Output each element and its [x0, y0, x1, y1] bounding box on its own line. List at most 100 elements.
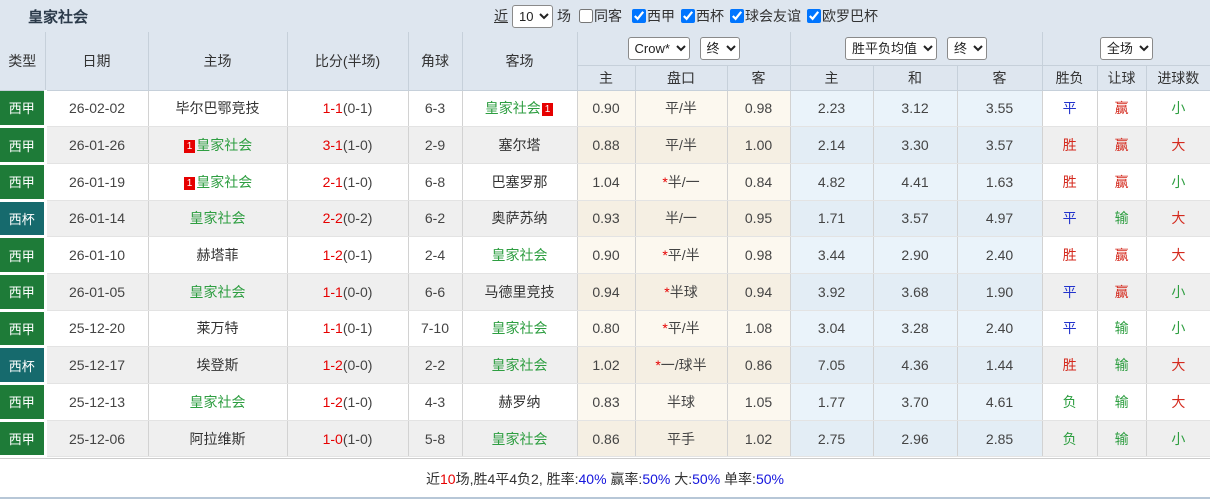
ah-away-odds-cell: 0.98 [727, 236, 791, 274]
summary-segment: 40% [578, 471, 607, 488]
league-type-cell: 西甲 [0, 236, 47, 275]
ah-home-odds-cell: 1.04 [577, 163, 636, 201]
result-handicap-cell: 输 [1097, 200, 1147, 238]
score-cell: 1-2(0-0) [287, 346, 409, 384]
score-halftime: (1-0) [342, 173, 373, 190]
corners-cell: 4-3 [408, 383, 463, 421]
score-fulltime: 1-1 [322, 283, 343, 300]
ah-line-cell: *平/半 [635, 310, 728, 348]
score-halftime: (1-0) [342, 430, 373, 447]
home-team-cell: 莱万特 [148, 310, 288, 348]
ah-line-text: 半/一 [665, 210, 697, 227]
corners-cell: 6-8 [408, 163, 463, 201]
league-filter-西杯[interactable]: 西杯 [677, 6, 724, 26]
score-halftime: (1-0) [342, 393, 373, 410]
team-name: 皇家社会 [196, 137, 253, 154]
ah-line-text: 一/球半 [660, 357, 707, 374]
odds-away-cell: 3.57 [957, 126, 1043, 164]
league-filter-label: 西杯 [696, 8, 724, 24]
col-header-ah-line: 盘口 [635, 65, 728, 91]
same-venue-toggle[interactable]: 同客 [575, 6, 622, 26]
ah-away-odds-cell: 1.02 [727, 420, 791, 458]
recent-count-select[interactable]: 10 [512, 4, 553, 28]
odds-away-cell: 1.63 [957, 163, 1043, 201]
ah-line-text: 半球 [667, 393, 695, 410]
result-handicap-cell: 赢 [1097, 126, 1147, 164]
result-handicap-cell: 赢 [1097, 236, 1147, 274]
odds-home-cell: 2.14 [790, 126, 874, 164]
corners-cell: 2-2 [408, 346, 463, 384]
date-cell: 25-12-13 [45, 383, 149, 421]
odds-draw-cell: 2.90 [873, 236, 958, 274]
team-name: 莱万特 [196, 320, 239, 337]
result-goals-cell: 大 [1146, 200, 1210, 238]
odds-type-select[interactable]: 胜平负均值 [845, 36, 938, 60]
corners-cell: 6-3 [408, 90, 463, 128]
col-header-odds-home: 主 [790, 65, 874, 91]
team-name: 皇家社会 [189, 283, 246, 300]
result-handicap-cell: 输 [1097, 310, 1147, 348]
ah-away-odds-cell: 1.05 [727, 383, 791, 421]
result-wdl-cell: 胜 [1042, 236, 1098, 274]
ah-away-odds-cell: 1.00 [727, 126, 791, 164]
same-venue-checkbox[interactable] [579, 9, 593, 23]
away-team-cell: 奥萨苏纳 [462, 200, 578, 238]
ah-home-odds-cell: 0.88 [577, 126, 636, 164]
matches-table: 类型 日期 主场 比分(半场) 角球 客场 Crow* 终 胜平负均值 终 全场… [0, 32, 1210, 459]
away-team-cell: 塞尔塔 [462, 126, 578, 164]
handicap-time-select[interactable]: 终 [699, 36, 740, 60]
home-team-cell: 阿拉维斯 [148, 420, 288, 458]
ah-line-text: 平手 [667, 430, 695, 447]
bookmaker-select[interactable]: Crow* [627, 36, 690, 60]
odds-away-cell: 1.44 [957, 346, 1043, 384]
col-header-type: 类型 [0, 32, 46, 91]
league-filter-checkbox[interactable] [730, 9, 744, 23]
recent-label[interactable]: 近 [494, 6, 508, 26]
ah-home-odds-cell: 0.86 [577, 420, 636, 458]
ah-home-odds-cell: 0.90 [577, 90, 636, 128]
away-team-cell: 皇家社会 [462, 346, 578, 384]
match-row: 西甲 26-01-19 1 皇家社会 2-1(1-0) 6-8 巴塞罗那 1.04 *半/一 0.… [0, 163, 1210, 202]
score-halftime: (0-2) [342, 210, 373, 227]
odds-away-cell: 4.61 [957, 383, 1043, 421]
league-type-cell: 西甲 [0, 90, 47, 129]
league-filter-欧罗巴杯[interactable]: 欧罗巴杯 [803, 6, 878, 26]
col-header-away: 客场 [462, 32, 578, 91]
score-fulltime: 1-1 [322, 320, 343, 337]
league-filter-checkbox[interactable] [807, 9, 821, 23]
scope-select[interactable]: 全场 [1099, 36, 1153, 60]
home-team-cell: 赫塔菲 [148, 236, 288, 274]
odds-draw-cell: 3.12 [873, 90, 958, 128]
result-handicap-cell: 输 [1097, 346, 1147, 384]
col-header-corners: 角球 [408, 32, 463, 91]
odds-home-cell: 7.05 [790, 346, 874, 384]
summary-bar: 近 10 场,胜4平4负2, 胜率: 40% 赢率: 50% 大: 50% 单率: 50% [0, 458, 1210, 497]
odds-time-select[interactable]: 终 [947, 36, 988, 60]
team-name: 埃登斯 [196, 357, 239, 374]
odds-draw-cell: 3.30 [873, 126, 958, 164]
summary-segment: 场,胜4平4负2, 胜率: [455, 471, 579, 488]
league-filter-checkbox[interactable] [681, 9, 695, 23]
team-name: 阿拉维斯 [189, 430, 246, 447]
odds-home-cell: 1.71 [790, 200, 874, 238]
ah-home-odds-cell: 1.02 [577, 346, 636, 384]
result-goals-cell: 大 [1146, 346, 1210, 384]
col-header-odds-draw: 和 [873, 65, 958, 91]
match-row: 西杯 25-12-17 埃登斯 1-2(0-0) 2-2 皇家社会 1.02 *一/球半 0.8… [0, 346, 1210, 385]
same-venue-label: 同客 [594, 8, 622, 24]
col-header-result-handicap: 让球 [1097, 65, 1147, 91]
ah-line-cell: *半球 [635, 273, 728, 311]
score-cell: 2-2(0-2) [287, 200, 409, 238]
match-row: 西甲 25-12-13 皇家社会 1-2(1-0) 4-3 赫罗纳 0.83 半球 1.05 1.… [0, 383, 1210, 422]
league-filter-球会友谊[interactable]: 球会友谊 [726, 6, 801, 26]
league-type-cell: 西甲 [0, 273, 47, 312]
result-goals-cell: 小 [1146, 163, 1210, 201]
away-team-cell: 马德里竞技 [462, 273, 578, 311]
league-filter-checkbox[interactable] [632, 9, 646, 23]
ah-away-odds-cell: 0.86 [727, 346, 791, 384]
league-filter-西甲[interactable]: 西甲 [628, 6, 675, 26]
col-header-result-wdl: 胜负 [1042, 65, 1098, 91]
odds-away-cell: 3.55 [957, 90, 1043, 128]
ah-line-text: 平/半 [667, 320, 700, 337]
summary-segment: 10 [440, 471, 456, 488]
